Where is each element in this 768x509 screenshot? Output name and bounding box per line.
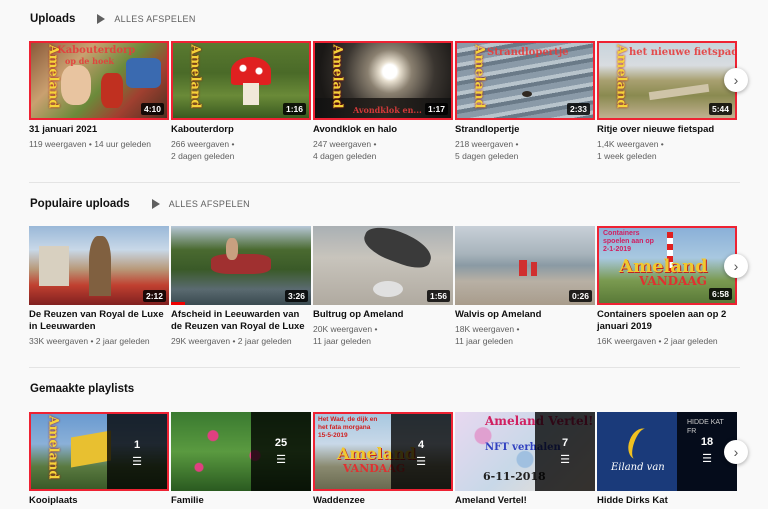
video-meta: 29K weergaven • 2 jaar geleden: [171, 336, 292, 346]
playlist-card[interactable]: Ameland 1 ☰ Kooiplaats: [29, 412, 169, 507]
playlist-count-overlay: 1 ☰: [107, 414, 167, 489]
section-divider: [29, 182, 740, 183]
uploads-header: Uploads ALLES AFSPELEN: [30, 9, 196, 29]
video-title[interactable]: Containers spoelen aan op 2 januari 2019: [597, 309, 737, 333]
chevron-right-icon: ›: [733, 71, 739, 88]
video-title[interactable]: Avondklok en halo: [313, 124, 453, 136]
playlists-header: Gemaakte playlists: [30, 379, 134, 399]
ameland-watermark: Ameland: [187, 44, 203, 109]
ameland-watermark: Ameland: [613, 44, 629, 109]
carousel-next-button[interactable]: ›: [724, 254, 748, 278]
duration-badge: 6:58: [708, 288, 732, 300]
playlist-icon: ☰: [276, 454, 286, 466]
playlist-title[interactable]: Hidde Dirks Kat: [597, 495, 737, 507]
video-thumbnail[interactable]: Avondklok en... Ameland 1:17: [313, 41, 453, 120]
video-thumbnail[interactable]: 2:12: [29, 226, 169, 305]
playlist-card[interactable]: Het Wad, de dijk en het fata morgana 15-…: [313, 412, 453, 507]
duration-badge: 2:33: [566, 103, 590, 115]
video-title[interactable]: Strandlopertje: [455, 124, 595, 136]
popular-header: Populaire uploads ALLES AFSPELEN: [30, 194, 250, 214]
playlist-icon: ☰: [560, 454, 570, 466]
video-card[interactable]: het nieuwe fietspad Ameland 5:44 Ritje o…: [597, 41, 737, 162]
section-title-uploads[interactable]: Uploads: [30, 13, 75, 25]
video-card[interactable]: 3:26 Afscheid in Leeuwarden van de Reuzen…: [171, 226, 311, 347]
play-all-popular-button[interactable]: ALLES AFSPELEN: [151, 199, 250, 209]
playlist-card[interactable]: Eiland van HIDDE KAT FR 18 ☰ Hidde Dirks…: [597, 412, 737, 507]
video-thumbnail[interactable]: Containers spoelen aan op 2-1-2019 Amela…: [597, 226, 737, 305]
playlist-title[interactable]: Ameland Vertel!: [455, 495, 595, 507]
ameland-watermark: Ameland: [329, 44, 345, 109]
video-card[interactable]: Kabouterdorp op de hoek Ameland 4:10 31 …: [29, 41, 169, 150]
playlist-card[interactable]: Ameland Vertel! NFT verhalen 6-11-2018 7…: [455, 412, 595, 507]
video-thumbnail[interactable]: 0:26: [455, 226, 595, 305]
carousel-next-button[interactable]: ›: [724, 68, 748, 92]
ameland-watermark: Ameland: [45, 415, 61, 480]
video-card[interactable]: Strandlopertje Ameland 2:33 Strandlopert…: [455, 41, 595, 162]
video-card[interactable]: 1:56 Bultrug op Ameland 20K weergaven • …: [313, 226, 453, 347]
video-meta: 18K weergaven •: [455, 324, 520, 334]
video-meta: 247 weergaven •: [313, 139, 377, 149]
video-meta: 266 weergaven •: [171, 139, 235, 149]
section-title-playlists[interactable]: Gemaakte playlists: [30, 383, 134, 395]
video-title[interactable]: Kabouterdorp: [171, 124, 311, 136]
video-title[interactable]: Bultrug op Ameland: [313, 309, 453, 321]
video-thumbnail[interactable]: Kabouterdorp op de hoek Ameland 4:10: [29, 41, 169, 120]
video-thumbnail[interactable]: 3:26: [171, 226, 311, 305]
ameland-watermark: Ameland: [45, 44, 61, 109]
play-all-uploads-button[interactable]: ALLES AFSPELEN: [97, 14, 195, 24]
video-meta: 20K weergaven •: [313, 324, 378, 334]
video-title[interactable]: 31 januari 2021: [29, 124, 169, 136]
duration-badge: 4:10: [140, 103, 164, 115]
video-title[interactable]: Afscheid in Leeuwarden van de Reuzen van …: [171, 309, 311, 333]
video-meta: 33K weergaven • 2 jaar geleden: [29, 336, 150, 346]
duration-badge: 5:44: [708, 103, 732, 115]
video-title[interactable]: Walvis op Ameland: [455, 309, 595, 321]
video-card[interactable]: 0:26 Walvis op Ameland 18K weergaven • 1…: [455, 226, 595, 347]
playlist-count-overlay: 4 ☰: [391, 414, 451, 489]
video-thumbnail[interactable]: 1:56: [313, 226, 453, 305]
playlist-title[interactable]: Waddenzee: [313, 495, 453, 507]
playlist-thumbnail[interactable]: Ameland 1 ☰: [29, 412, 169, 491]
video-title[interactable]: De Reuzen van Royal de Luxe in Leeuwarden: [29, 309, 169, 333]
playlist-thumbnail[interactable]: Eiland van HIDDE KAT FR 18 ☰: [597, 412, 737, 491]
carousel-next-button[interactable]: ›: [724, 440, 748, 464]
video-card[interactable]: Ameland 1:16 Kabouterdorp 266 weergaven …: [171, 41, 311, 162]
duration-badge: 2:12: [142, 290, 166, 302]
duration-badge: 1:17: [424, 103, 448, 115]
chevron-right-icon: ›: [733, 257, 739, 274]
playlist-icon: ☰: [416, 456, 426, 468]
duration-badge: 0:26: [568, 290, 592, 302]
playlist-thumbnail[interactable]: Ameland Vertel! NFT verhalen 6-11-2018 7…: [455, 412, 595, 491]
video-meta: 119 weergaven • 14 uur geleden: [29, 139, 151, 149]
play-icon: [151, 199, 160, 209]
duration-badge: 1:16: [282, 103, 306, 115]
video-meta: 1,4K weergaven •: [597, 139, 664, 149]
playlist-thumbnail[interactable]: Het Wad, de dijk en het fata morgana 15-…: [313, 412, 453, 491]
chevron-right-icon: ›: [733, 443, 739, 460]
playlist-icon: ☰: [702, 453, 712, 465]
video-thumbnail[interactable]: het nieuwe fietspad Ameland 5:44: [597, 41, 737, 120]
duration-badge: 1:56: [426, 290, 450, 302]
ameland-watermark: Ameland: [471, 44, 487, 109]
playlist-title[interactable]: Familie: [171, 495, 311, 507]
playlist-count-overlay: 25 ☰: [251, 412, 311, 491]
video-card[interactable]: 2:12 De Reuzen van Royal de Luxe in Leeuw…: [29, 226, 169, 347]
playlist-icon: ☰: [132, 456, 142, 468]
video-thumbnail[interactable]: Strandlopertje Ameland 2:33: [455, 41, 595, 120]
video-card[interactable]: Containers spoelen aan op 2-1-2019 Amela…: [597, 226, 737, 347]
watch-progress-bar: [171, 302, 185, 305]
section-title-popular[interactable]: Populaire uploads: [30, 198, 130, 210]
video-title[interactable]: Ritje over nieuwe fietspad: [597, 124, 737, 136]
video-card[interactable]: Avondklok en... Ameland 1:17 Avondklok e…: [313, 41, 453, 162]
playlist-count-overlay: 7 ☰: [535, 412, 595, 491]
playlist-thumbnail[interactable]: 25 ☰: [171, 412, 311, 491]
video-meta: 16K weergaven • 2 jaar geleden: [597, 336, 718, 346]
playlist-card[interactable]: 25 ☰ Familie: [171, 412, 311, 507]
duration-badge: 3:26: [284, 290, 308, 302]
video-meta: 218 weergaven •: [455, 139, 519, 149]
video-thumbnail[interactable]: Ameland 1:16: [171, 41, 311, 120]
play-icon: [97, 14, 106, 24]
playlist-title[interactable]: Kooiplaats: [29, 495, 169, 507]
section-divider: [29, 367, 740, 368]
